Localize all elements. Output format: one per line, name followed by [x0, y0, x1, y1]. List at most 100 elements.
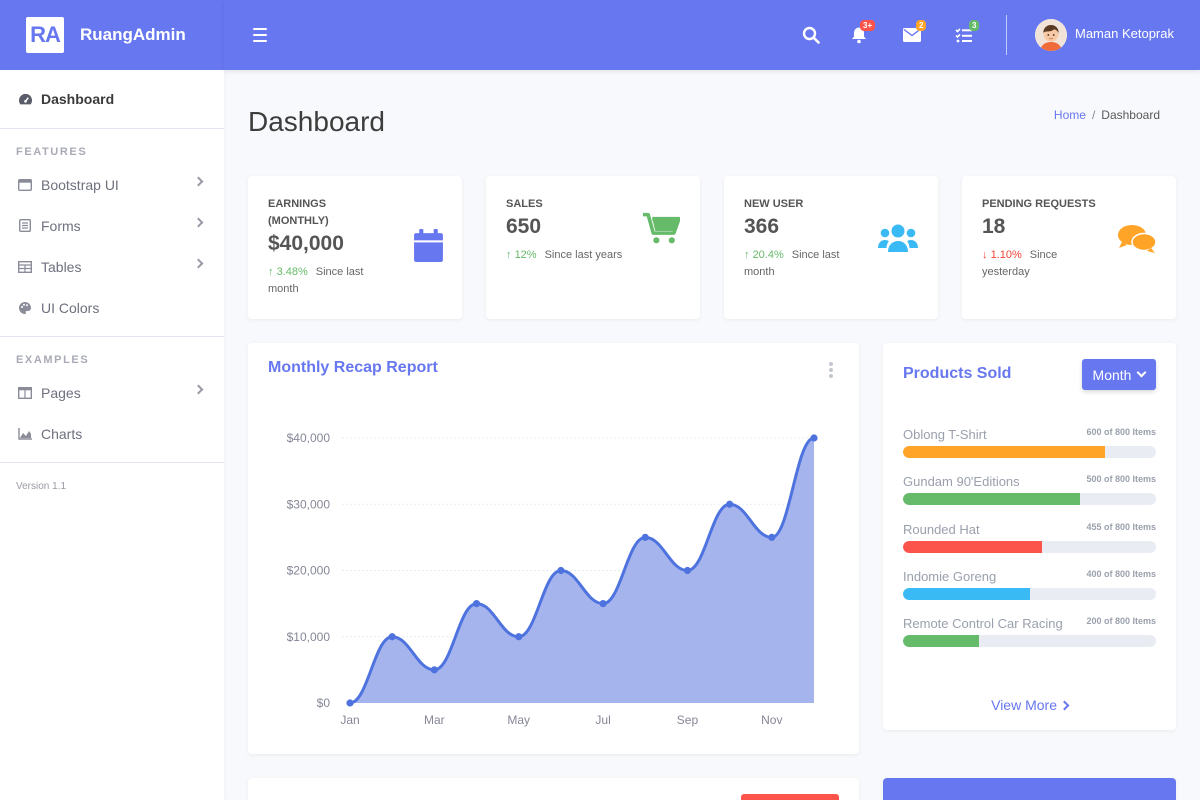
monthly-recap-card: Monthly Recap Report $0 $10,000 $20,000 $30… [248, 343, 859, 754]
topbar-divider [1006, 15, 1007, 55]
product-count: 400 of 800 Items [1086, 568, 1156, 579]
user-avatar-icon [1035, 19, 1067, 51]
topbar: 3+ 2 3 Maman Ketoprak [224, 0, 1200, 70]
card-title: Products Sold [903, 365, 1012, 382]
stat-since: Since last years [544, 249, 623, 261]
search-button[interactable] [802, 24, 824, 46]
stat-card-earnings: Earnings (Monthly) $40,000 ↑ 3.48% Since … [248, 176, 462, 319]
arrow-up-icon: ↑ [506, 249, 512, 261]
page-title: Dashboard [248, 106, 385, 137]
sidebar-item-label: Bootstrap UI [41, 176, 119, 193]
x-tick-label: Jul [595, 713, 610, 727]
y-tick-label: $10,000 [287, 630, 331, 644]
messages-button[interactable]: 2 [903, 20, 927, 46]
palette-icon [17, 301, 33, 315]
product-count: 455 of 800 Items [1086, 521, 1156, 532]
tasks-badge: 3 [969, 20, 980, 31]
users-icon [878, 223, 918, 258]
stat-change-value: 1.10% [990, 249, 1022, 261]
progress-fill [903, 446, 1106, 458]
sidebar-item-bootstrap-ui[interactable]: Bootstrap UI [0, 164, 224, 205]
avatar[interactable] [1035, 19, 1067, 51]
data-point[interactable] [472, 600, 481, 608]
tasks-button[interactable]: 3 [955, 20, 980, 46]
progress-fill [903, 635, 979, 648]
product-count: 500 of 800 Items [1086, 474, 1156, 485]
data-point[interactable] [346, 699, 354, 707]
product-count: 200 of 800 Items [1086, 616, 1156, 627]
chevron-right-icon [193, 217, 204, 228]
arrow-down-icon: ↓ [982, 249, 988, 261]
stat-change-value: 20.4% [752, 249, 784, 261]
view-more-link[interactable]: View More [883, 697, 1176, 713]
chevron-right-icon [1059, 700, 1070, 711]
table-icon [17, 260, 33, 274]
sidebar-item-label: Tables [41, 258, 82, 275]
brand-logo: RA [26, 17, 64, 53]
stat-card-new-user: New User 366 ↑ 20.4% Since last month [724, 176, 938, 319]
user-name[interactable]: Maman Ketoprak [1075, 26, 1174, 41]
data-point[interactable] [515, 633, 523, 641]
x-tick-label: Nov [761, 713, 782, 727]
data-point[interactable] [388, 633, 396, 641]
progress-bar [903, 587, 1156, 600]
stat-card-pending-requests: Pending Requests 18 ↓ 1.10% Since yesterd… [962, 176, 1176, 319]
data-point[interactable] [810, 434, 818, 442]
sidebar-item-forms[interactable]: Forms [0, 205, 224, 246]
stat-change-down: ↓ 1.10% [982, 249, 1022, 261]
product-count: 600 of 800 Items [1086, 427, 1156, 437]
sidebar-item-charts[interactable]: Charts [0, 413, 224, 454]
data-point[interactable] [557, 566, 565, 575]
data-point[interactable] [430, 666, 438, 674]
x-tick-label: May [507, 713, 530, 727]
month-dropdown-label: Month [1092, 366, 1132, 383]
brand-name: RuangAdmin [80, 25, 186, 44]
chevron-down-icon [1137, 367, 1147, 378]
alerts-button[interactable]: 3+ [851, 20, 876, 46]
sidebar-item-pages[interactable]: Pages [0, 372, 224, 413]
tachometer-icon [17, 92, 33, 106]
brand[interactable]: RA RuangAdmin [0, 0, 224, 70]
sidebar-item-dashboard[interactable]: Dashboard [0, 70, 224, 128]
messages-badge: 2 [916, 20, 927, 31]
data-point[interactable] [599, 600, 607, 608]
chevron-right-icon [193, 258, 204, 269]
progress-fill [903, 540, 1043, 553]
stat-change-up: ↑ 3.48% [268, 266, 308, 278]
x-tick-label: Sep [677, 713, 699, 727]
bottom-card-button[interactable] [741, 794, 839, 800]
stat-title: Pending Requests [982, 198, 1096, 210]
stat-title: New User [744, 198, 804, 210]
stat-footer: ↑ 3.48% Since last month [268, 264, 388, 298]
data-point[interactable] [641, 533, 649, 541]
bottom-card-left [248, 778, 859, 800]
sidebar-item-tables[interactable]: Tables [0, 246, 224, 287]
sidebar-item-label: Forms [41, 217, 81, 234]
area-chart-icon [17, 427, 33, 441]
sidebar: RA RuangAdmin Dashboard FEATURES Bootstr… [0, 0, 224, 800]
stat-change-value: 3.48% [276, 266, 308, 278]
columns-icon [17, 386, 33, 400]
sidebar-item-ui-colors[interactable]: UI Colors [0, 287, 224, 328]
data-point[interactable] [726, 500, 734, 508]
month-dropdown-button[interactable]: Month [1082, 359, 1156, 390]
stat-footer: ↓ 1.10% Since yesterday [982, 247, 1092, 281]
product-item: Gundam 90'Editions 500 of 800 Items [903, 474, 1156, 506]
sidebar-item-label: Pages [41, 384, 81, 401]
product-item: Indomie Goreng 400 of 800 Items [903, 569, 1156, 600]
breadcrumb-home-link[interactable]: Home [1054, 108, 1086, 122]
progress-bar [903, 446, 1156, 458]
alerts-badge: 3+ [860, 20, 876, 31]
monthly-recap-chart: $0 $10,000 $20,000 $30,000 $40,000 Jan Mar May J… [287, 431, 818, 727]
sidebar-toggle-button[interactable] [253, 28, 267, 46]
view-more-label: View More [991, 697, 1057, 713]
stat-title: Sales [506, 198, 543, 210]
chevron-right-icon [193, 384, 204, 395]
breadcrumb: Home / Dashboard [1054, 108, 1160, 122]
x-tick-label: Mar [424, 713, 445, 727]
search-icon [802, 26, 820, 44]
progress-bar [903, 635, 1156, 648]
data-point[interactable] [768, 533, 776, 541]
data-point[interactable] [683, 566, 692, 575]
stat-footer: ↑ 20.4% Since last month [744, 247, 864, 281]
